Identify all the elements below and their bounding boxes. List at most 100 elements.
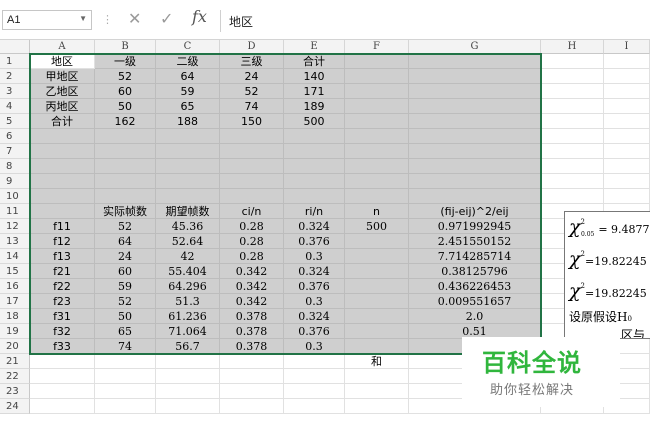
row-header[interactable]: 11 — [0, 204, 30, 219]
cell-e16[interactable]: 0.376 — [284, 279, 345, 294]
cell-d9[interactable] — [220, 174, 284, 189]
cell-i1[interactable] — [604, 54, 650, 69]
cell-d24[interactable] — [220, 399, 284, 414]
cell-b20[interactable]: 74 — [95, 339, 156, 354]
cell-g15[interactable]: 0.38125796 — [409, 264, 541, 279]
cell-f21[interactable]: 和 — [345, 354, 409, 369]
cell-a3[interactable]: 乙地区 — [30, 84, 95, 99]
row-header[interactable]: 12 — [0, 219, 30, 234]
row-header[interactable]: 13 — [0, 234, 30, 249]
column-header-b[interactable]: B — [95, 40, 156, 54]
column-header-g[interactable]: G — [409, 40, 541, 54]
cell-c8[interactable] — [156, 159, 220, 174]
cell-f16[interactable] — [345, 279, 409, 294]
cell-i3[interactable] — [604, 84, 650, 99]
cell-b15[interactable]: 60 — [95, 264, 156, 279]
cell-e7[interactable] — [284, 144, 345, 159]
cell-a5[interactable]: 合计 — [30, 114, 95, 129]
cell-a21[interactable] — [30, 354, 95, 369]
column-header-d[interactable]: D — [220, 40, 284, 54]
cell-c4[interactable]: 65 — [156, 99, 220, 114]
row-header[interactable]: 15 — [0, 264, 30, 279]
cell-i4[interactable] — [604, 99, 650, 114]
cell-c24[interactable] — [156, 399, 220, 414]
cell-a9[interactable] — [30, 174, 95, 189]
cell-a20[interactable]: f33 — [30, 339, 95, 354]
cell-d14[interactable]: 0.28 — [220, 249, 284, 264]
row-header[interactable]: 5 — [0, 114, 30, 129]
cell-d11[interactable]: ci/n — [220, 204, 284, 219]
cell-c1[interactable]: 二级 — [156, 54, 220, 69]
cell-a24[interactable] — [30, 399, 95, 414]
row-header[interactable]: 6 — [0, 129, 30, 144]
cell-c20[interactable]: 56.7 — [156, 339, 220, 354]
row-header[interactable]: 4 — [0, 99, 30, 114]
cell-f14[interactable] — [345, 249, 409, 264]
cell-a6[interactable] — [30, 129, 95, 144]
select-all-corner[interactable] — [0, 40, 30, 54]
cell-f15[interactable] — [345, 264, 409, 279]
row-header[interactable]: 18 — [0, 309, 30, 324]
row-header[interactable]: 14 — [0, 249, 30, 264]
row-header[interactable]: 8 — [0, 159, 30, 174]
cell-d21[interactable] — [220, 354, 284, 369]
cell-g12[interactable]: 0.971992945 — [409, 219, 541, 234]
cell-a11[interactable] — [30, 204, 95, 219]
cell-i8[interactable] — [604, 159, 650, 174]
cell-a18[interactable]: f31 — [30, 309, 95, 324]
cell-b12[interactable]: 52 — [95, 219, 156, 234]
cell-i5[interactable] — [604, 114, 650, 129]
cell-g14[interactable]: 7.714285714 — [409, 249, 541, 264]
cancel-icon[interactable]: ✕ — [128, 9, 141, 28]
cell-c22[interactable] — [156, 369, 220, 384]
cell-e22[interactable] — [284, 369, 345, 384]
cell-g6[interactable] — [409, 129, 541, 144]
cell-e18[interactable]: 0.324 — [284, 309, 345, 324]
cell-c2[interactable]: 64 — [156, 69, 220, 84]
cell-b3[interactable]: 60 — [95, 84, 156, 99]
cell-d15[interactable]: 0.342 — [220, 264, 284, 279]
cell-e4[interactable]: 189 — [284, 99, 345, 114]
column-header-i[interactable]: I — [604, 40, 650, 54]
cell-a4[interactable]: 丙地区 — [30, 99, 95, 114]
cell-d4[interactable]: 74 — [220, 99, 284, 114]
cell-b21[interactable] — [95, 354, 156, 369]
formula-textbox[interactable]: χ20.05 = 9.4877 χ2=19.82245 χ2=19.82245 设… — [564, 211, 650, 339]
cell-g7[interactable] — [409, 144, 541, 159]
cell-c19[interactable]: 71.064 — [156, 324, 220, 339]
cell-c18[interactable]: 61.236 — [156, 309, 220, 324]
cell-d22[interactable] — [220, 369, 284, 384]
cell-d23[interactable] — [220, 384, 284, 399]
cell-a13[interactable]: f12 — [30, 234, 95, 249]
cell-e2[interactable]: 140 — [284, 69, 345, 84]
cell-h7[interactable] — [541, 144, 604, 159]
cell-b6[interactable] — [95, 129, 156, 144]
cell-c14[interactable]: 42 — [156, 249, 220, 264]
enter-icon[interactable]: ✓ — [160, 9, 173, 28]
cell-g17[interactable]: 0.009551657 — [409, 294, 541, 309]
cell-f20[interactable] — [345, 339, 409, 354]
cell-e6[interactable] — [284, 129, 345, 144]
cell-e5[interactable]: 500 — [284, 114, 345, 129]
cell-e17[interactable]: 0.3 — [284, 294, 345, 309]
cell-f19[interactable] — [345, 324, 409, 339]
cell-f8[interactable] — [345, 159, 409, 174]
row-header[interactable]: 21 — [0, 354, 30, 369]
cell-h2[interactable] — [541, 69, 604, 84]
cell-f17[interactable] — [345, 294, 409, 309]
cell-a8[interactable] — [30, 159, 95, 174]
cell-h9[interactable] — [541, 174, 604, 189]
row-header[interactable]: 24 — [0, 399, 30, 414]
cell-b14[interactable]: 24 — [95, 249, 156, 264]
cell-f18[interactable] — [345, 309, 409, 324]
cell-d19[interactable]: 0.378 — [220, 324, 284, 339]
cell-b2[interactable]: 52 — [95, 69, 156, 84]
cell-a7[interactable] — [30, 144, 95, 159]
cell-h3[interactable] — [541, 84, 604, 99]
row-header[interactable]: 23 — [0, 384, 30, 399]
cell-d1[interactable]: 三级 — [220, 54, 284, 69]
cell-g13[interactable]: 2.451550152 — [409, 234, 541, 249]
cell-e8[interactable] — [284, 159, 345, 174]
cell-b4[interactable]: 50 — [95, 99, 156, 114]
cell-a10[interactable] — [30, 189, 95, 204]
